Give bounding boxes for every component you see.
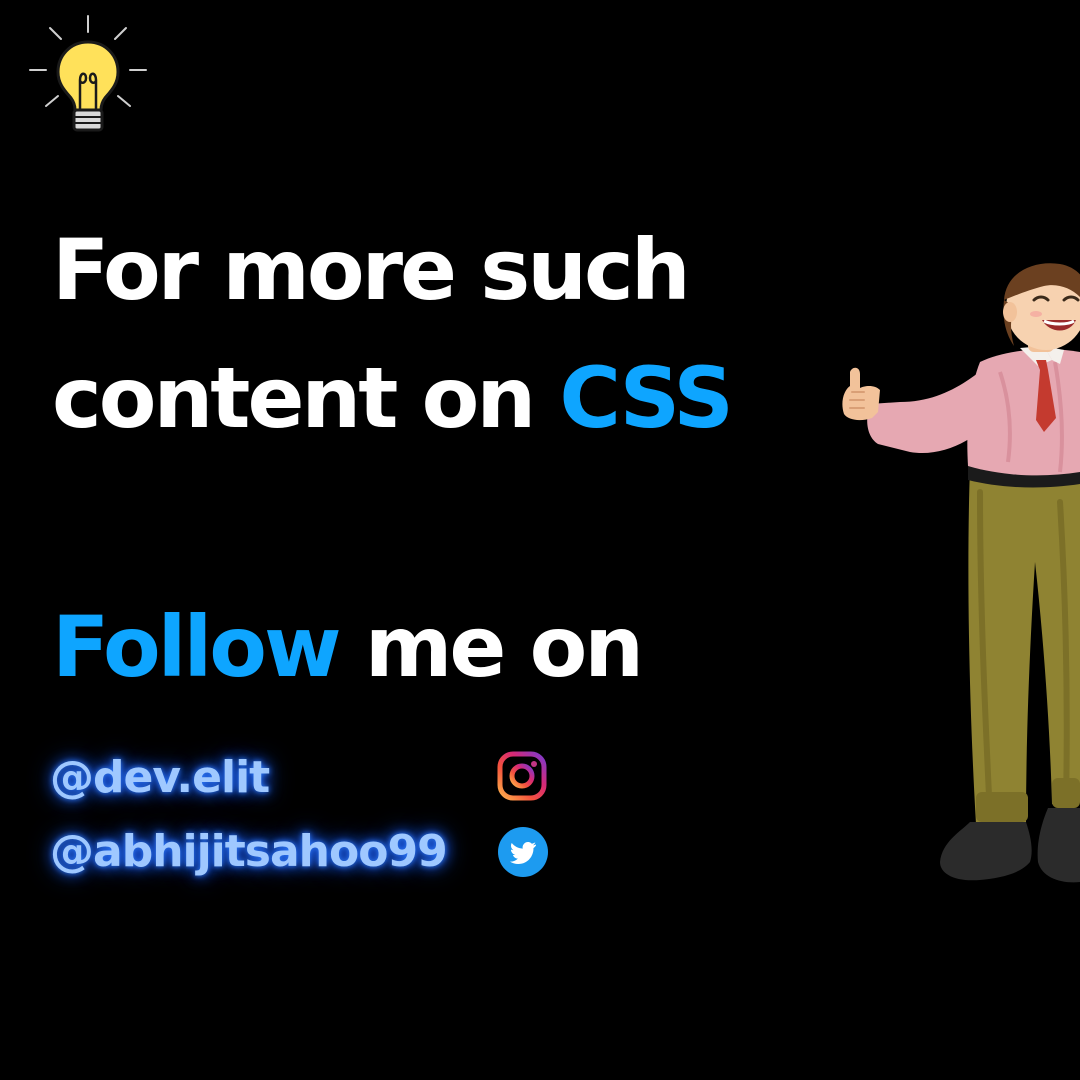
- instagram-icon[interactable]: [496, 750, 548, 802]
- headline-line-2: content on CSS: [52, 334, 734, 462]
- twitter-handle-link[interactable]: @abhijitsahoo99: [50, 826, 448, 878]
- instagram-handle-link[interactable]: @dev.elit: [50, 752, 270, 804]
- twitter-icon[interactable]: [497, 826, 549, 878]
- thumbs-up-person-illustration: [842, 263, 1080, 883]
- post-canvas: For more such content on CSS Follow me o…: [0, 0, 1080, 1080]
- headline-line-1: For more such: [52, 221, 691, 319]
- lightbulb-icon: [29, 15, 147, 132]
- follow-heading: Follow me on: [52, 602, 644, 692]
- headline-line-2-text: content on: [52, 349, 536, 447]
- headline-accent: CSS: [559, 349, 733, 447]
- follow-rest: me on: [364, 598, 644, 696]
- headline: For more such content on CSS: [52, 206, 734, 462]
- follow-accent: Follow: [52, 598, 342, 696]
